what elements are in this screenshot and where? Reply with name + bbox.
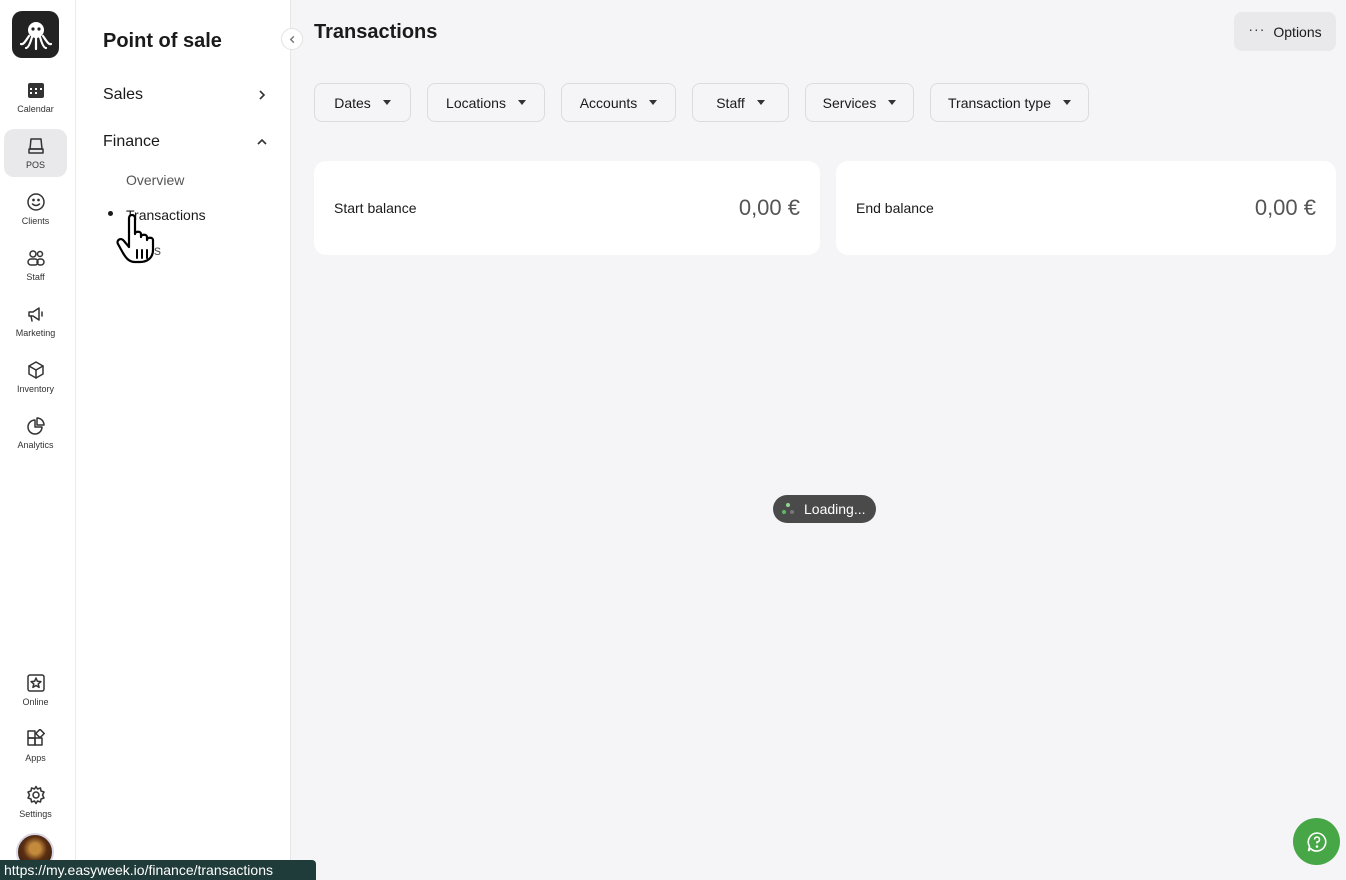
- rail-item-staff[interactable]: Staff: [4, 241, 67, 289]
- more-dots-icon: ···: [1248, 20, 1266, 37]
- caret-down-icon: [756, 100, 765, 105]
- filter-label: Services: [822, 94, 877, 111]
- rail-item-online[interactable]: Online: [4, 666, 67, 714]
- star-frame-icon: [26, 674, 45, 692]
- sidebar-section-label: Sales: [103, 86, 144, 103]
- apps-icon: [26, 729, 45, 746]
- filter-label: Accounts: [579, 94, 638, 111]
- sidebar-item-transactions[interactable]: Transactions: [126, 207, 206, 223]
- filter-dates[interactable]: Dates: [314, 83, 411, 122]
- pos-icon: [27, 138, 44, 154]
- rail-item-label: Clients: [21, 216, 50, 226]
- caret-down-icon: [517, 100, 526, 105]
- sidebar-section-label: Finance: [103, 133, 160, 150]
- loading-indicator: Loading...: [773, 495, 876, 523]
- filter-label: Locations: [446, 94, 506, 111]
- rail-item-inventory[interactable]: Inventory: [4, 353, 67, 401]
- rail-item-label: Calendar: [17, 104, 54, 114]
- sidebar-title: Point of sale: [103, 30, 222, 52]
- rail-item-settings[interactable]: Settings: [4, 778, 67, 826]
- spinner-icon: [782, 503, 794, 515]
- people-icon: [26, 250, 45, 266]
- status-bar-url: https://my.easyweek.io/finance/transacti…: [0, 860, 316, 880]
- rail-item-label: POS: [25, 160, 45, 170]
- calendar-icon: [27, 83, 44, 98]
- end-balance-label: End balance: [856, 200, 934, 216]
- caret-down-icon: [382, 100, 391, 105]
- rail-item-pos[interactable]: POS: [4, 129, 67, 177]
- rail-item-label: Inventory: [16, 384, 55, 394]
- sidebar-item-partial[interactable]: s: [154, 242, 161, 258]
- octopus-logo-icon[interactable]: [12, 11, 59, 58]
- gear-icon: [26, 785, 45, 805]
- caret-down-icon: [1062, 100, 1071, 105]
- loading-text: Loading...: [804, 501, 866, 517]
- end-balance-card: End balance 0,00 €: [836, 161, 1336, 255]
- page-title: Transactions: [314, 21, 438, 43]
- rail-item-analytics[interactable]: Analytics: [4, 409, 67, 457]
- pie-chart-icon: [26, 417, 45, 435]
- help-chat-button[interactable]: [1293, 818, 1340, 865]
- sidebar-item-overview[interactable]: Overview: [126, 172, 184, 188]
- sidebar-section-sales[interactable]: Sales: [103, 86, 268, 104]
- filter-bar: Dates Locations Accounts Staff Services …: [314, 83, 1089, 122]
- start-balance-value: 0,00 €: [738, 195, 800, 220]
- box-icon: [27, 361, 44, 379]
- rail-item-calendar[interactable]: Calendar: [4, 73, 67, 121]
- start-balance-label: Start balance: [334, 200, 417, 216]
- end-balance-value: 0,00 €: [1254, 195, 1316, 220]
- caret-down-icon: [649, 100, 658, 105]
- section-sidebar: Point of sale Sales Finance Overview Tra…: [76, 0, 291, 880]
- options-label: Options: [1273, 23, 1322, 40]
- rail-item-label: Apps: [25, 753, 46, 763]
- filter-accounts[interactable]: Accounts: [561, 83, 676, 122]
- help-chat-icon: [1306, 831, 1326, 852]
- filter-staff[interactable]: Staff: [692, 83, 789, 122]
- filter-locations[interactable]: Locations: [427, 83, 545, 122]
- start-balance-card: Start balance 0,00 €: [314, 161, 820, 255]
- rail-item-clients[interactable]: Clients: [4, 185, 67, 233]
- rail-item-label: Online: [22, 697, 49, 707]
- rail-item-label: Marketing: [15, 328, 56, 338]
- chevron-right-icon: [259, 90, 266, 100]
- filter-label: Staff: [716, 94, 745, 111]
- filter-transaction-type[interactable]: Transaction type: [930, 83, 1089, 122]
- icon-rail: Calendar POS Clients Staff Marketing Inv…: [0, 0, 76, 880]
- options-button[interactable]: ··· Options: [1234, 12, 1336, 51]
- caret-down-icon: [888, 100, 897, 105]
- rail-item-label: Analytics: [17, 440, 54, 450]
- chevron-up-icon: [257, 138, 267, 145]
- sidebar-section-finance[interactable]: Finance: [103, 133, 268, 151]
- rail-item-apps[interactable]: Apps: [4, 722, 67, 770]
- filter-services[interactable]: Services: [805, 83, 914, 122]
- filter-label: Dates: [334, 94, 371, 111]
- active-bullet: [108, 211, 113, 216]
- rail-item-label: Settings: [19, 809, 52, 819]
- filter-label: Transaction type: [948, 94, 1051, 111]
- megaphone-icon: [27, 307, 43, 322]
- smiley-icon: [26, 193, 45, 211]
- chevron-left-icon: [289, 35, 294, 43]
- rail-item-marketing[interactable]: Marketing: [4, 297, 67, 345]
- collapse-sidebar-button[interactable]: [281, 28, 303, 50]
- rail-item-label: Staff: [26, 272, 45, 282]
